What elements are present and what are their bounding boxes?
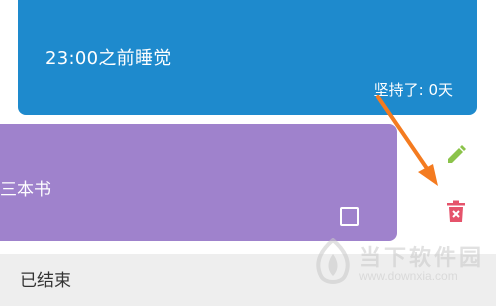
pencil-icon[interactable] bbox=[444, 143, 468, 167]
habit-title: 23:00之前睡觉 bbox=[45, 48, 172, 69]
watermark-brand: 当下软件园 bbox=[359, 246, 485, 271]
habit-card-books[interactable]: 三本书 bbox=[0, 124, 397, 241]
trash-icon[interactable] bbox=[445, 200, 467, 224]
complete-checkbox[interactable] bbox=[340, 207, 359, 226]
watermark-logo-icon bbox=[316, 238, 350, 284]
habit-card-sleep[interactable]: 23:00之前睡觉 坚持了: 0天 bbox=[18, 0, 477, 115]
watermark: 当下软件园 www.downxia.com bbox=[305, 236, 490, 296]
habit-streak: 坚持了: 0天 bbox=[373, 81, 453, 99]
ended-section-label: 已结束 bbox=[20, 271, 71, 291]
watermark-url: www.downxia.com bbox=[359, 269, 458, 283]
habit-title: 三本书 bbox=[0, 180, 51, 200]
